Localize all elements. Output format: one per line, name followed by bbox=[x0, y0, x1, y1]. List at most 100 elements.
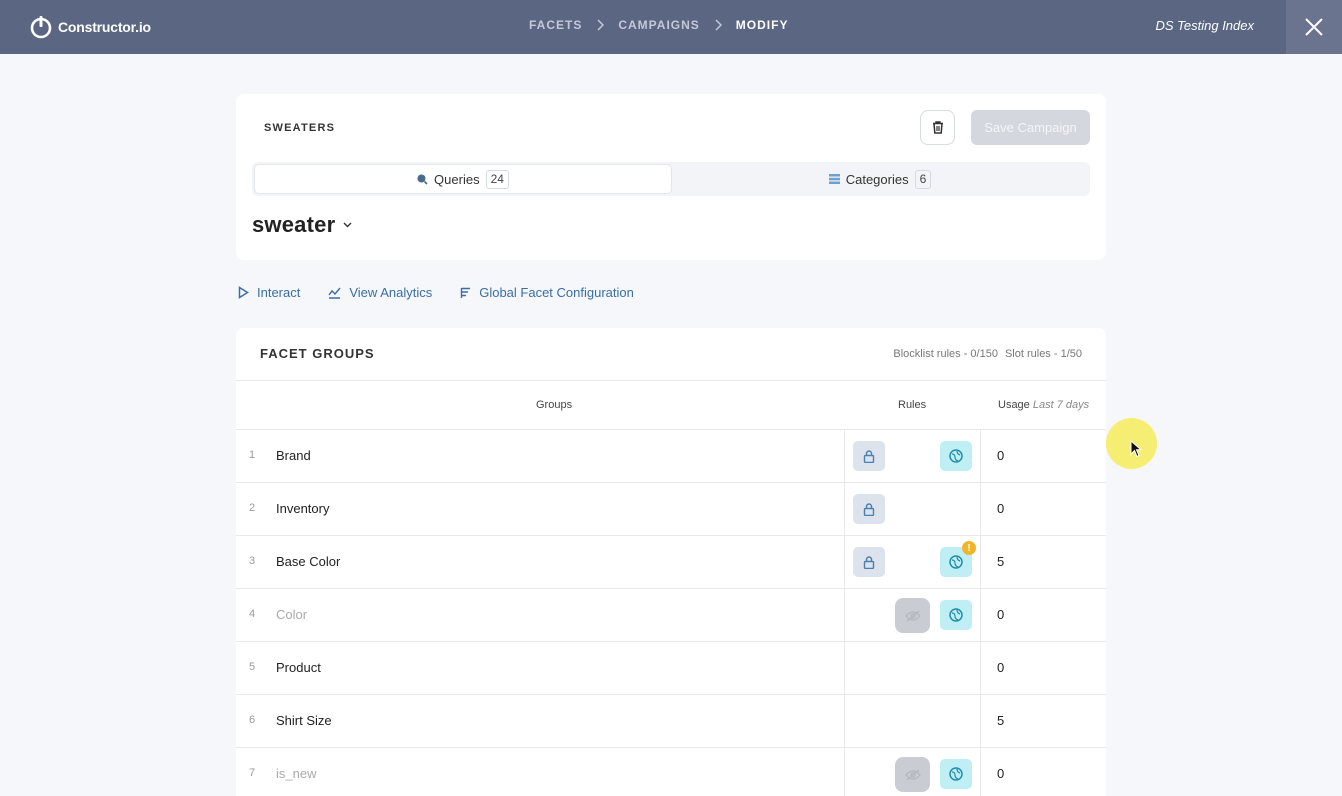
top-bar: Constructor.io FACETS CAMPAIGNS MODIFY D… bbox=[0, 0, 1342, 54]
row-number: 6 bbox=[249, 714, 256, 726]
usage-value: 0 bbox=[997, 607, 1005, 622]
table-row[interactable]: 1 Brand 0 bbox=[236, 430, 1106, 483]
chevron-right-icon bbox=[596, 19, 605, 31]
blocklist-rule-button[interactable] bbox=[853, 494, 885, 524]
breadcrumb-campaigns[interactable]: CAMPAIGNS bbox=[618, 18, 699, 32]
row-number: 2 bbox=[249, 502, 256, 514]
eye-off-icon bbox=[904, 769, 921, 780]
logo-text: Constructor.io bbox=[58, 19, 151, 35]
tab-categories-label: Categories bbox=[845, 171, 909, 187]
chevron-down-icon bbox=[343, 222, 352, 228]
usage-value: 5 bbox=[997, 554, 1005, 569]
close-button[interactable] bbox=[1286, 0, 1342, 54]
rules-cell bbox=[844, 748, 981, 796]
rules-cell bbox=[844, 589, 981, 642]
column-usage: Usage Last 7 days bbox=[998, 399, 1089, 411]
lock-icon bbox=[863, 555, 875, 569]
column-rules: Rules bbox=[898, 399, 927, 411]
view-analytics-label: View Analytics bbox=[349, 285, 433, 300]
rules-cell bbox=[844, 642, 981, 695]
global-facet-config-label: Global Facet Configuration bbox=[479, 285, 634, 300]
breadcrumb-modify: MODIFY bbox=[735, 18, 789, 32]
mouse-pointer-icon bbox=[1130, 440, 1142, 458]
table-row[interactable]: 4 Color 0 bbox=[236, 589, 1106, 642]
globe-icon bbox=[949, 555, 963, 569]
search-icon bbox=[417, 174, 428, 185]
facet-groups-title: FACET GROUPS bbox=[260, 346, 375, 361]
blocklist-rule-button[interactable] bbox=[853, 547, 885, 577]
slot-rule-button[interactable] bbox=[940, 441, 972, 471]
hidden-rule-button[interactable] bbox=[895, 757, 930, 792]
global-facet-config-link[interactable]: Global Facet Configuration bbox=[460, 285, 634, 300]
rules-cell bbox=[844, 430, 981, 483]
filter-icon bbox=[461, 287, 471, 298]
table-row[interactable]: 6 Shirt Size 5 bbox=[236, 695, 1106, 748]
save-campaign-button[interactable]: Save Campaign bbox=[971, 110, 1090, 145]
tab-queries-count: 24 bbox=[485, 169, 509, 189]
eye-off-icon bbox=[904, 610, 921, 621]
slot-rule-button[interactable] bbox=[940, 600, 972, 630]
table-row[interactable]: 7 is_new 0 bbox=[236, 748, 1106, 796]
logo[interactable]: Constructor.io bbox=[30, 14, 151, 40]
view-analytics-link[interactable]: View Analytics bbox=[328, 285, 432, 300]
usage-period: Last 7 days bbox=[1032, 399, 1090, 411]
play-icon bbox=[238, 286, 249, 299]
rules-cell bbox=[844, 483, 981, 536]
campaign-card: SWEATERS Save Campaign Queries 24 Catego… bbox=[236, 94, 1106, 260]
table-row[interactable]: 5 Product 0 bbox=[236, 642, 1106, 695]
tab-queries-label: Queries bbox=[434, 171, 480, 187]
query-category-tabs: Queries 24 Categories 6 bbox=[252, 162, 1090, 196]
blocklist-rules-count: Blocklist rules - 0/150 bbox=[893, 348, 998, 360]
interact-link[interactable]: Interact bbox=[238, 285, 300, 300]
facet-name: Base Color bbox=[276, 554, 341, 569]
index-name[interactable]: DS Testing Index bbox=[1155, 18, 1254, 33]
trash-icon bbox=[932, 121, 943, 134]
interact-label: Interact bbox=[257, 285, 301, 300]
usage-value: 0 bbox=[997, 501, 1005, 516]
usage-value: 0 bbox=[997, 448, 1005, 463]
list-icon bbox=[828, 174, 840, 184]
row-number: 1 bbox=[249, 449, 256, 461]
globe-icon bbox=[949, 767, 963, 781]
analytics-icon bbox=[328, 287, 341, 299]
blocklist-rule-button[interactable] bbox=[853, 441, 885, 471]
rules-cell: ! bbox=[844, 536, 981, 589]
rule-limits: Blocklist rules - 0/150 Slot rules - 1/5… bbox=[893, 348, 1082, 360]
hidden-rule-button[interactable] bbox=[895, 598, 930, 633]
column-groups: Groups bbox=[536, 399, 573, 411]
action-links: Interact View Analytics Global Facet Con… bbox=[238, 285, 634, 300]
facet-name: Inventory bbox=[276, 501, 330, 516]
facet-name: Color bbox=[276, 607, 308, 622]
facet-name: Product bbox=[276, 660, 321, 675]
rules-cell bbox=[844, 695, 981, 748]
usage-value: 0 bbox=[997, 660, 1005, 675]
tab-queries[interactable]: Queries 24 bbox=[254, 164, 672, 194]
row-number: 3 bbox=[249, 555, 256, 567]
facet-groups-card: FACET GROUPS Blocklist rules - 0/150 Slo… bbox=[236, 328, 1106, 796]
delete-campaign-button[interactable] bbox=[920, 110, 955, 145]
slot-rule-button[interactable]: ! bbox=[940, 541, 976, 577]
globe-icon bbox=[949, 608, 963, 622]
facet-name: Brand bbox=[276, 448, 311, 463]
tab-categories[interactable]: Categories 6 bbox=[672, 164, 1088, 194]
selected-query: sweater bbox=[252, 212, 336, 237]
table-header: Groups Rules Usage Last 7 days bbox=[236, 380, 1106, 430]
query-selector[interactable]: sweater bbox=[252, 212, 352, 238]
row-number: 4 bbox=[249, 608, 256, 620]
campaign-title: SWEATERS bbox=[264, 122, 336, 134]
usage-value: 0 bbox=[997, 766, 1005, 781]
lock-icon bbox=[863, 449, 875, 463]
globe-icon bbox=[949, 449, 963, 463]
power-logo-icon bbox=[30, 16, 52, 39]
table-row[interactable]: 3 Base Color ! 5 bbox=[236, 536, 1106, 589]
lock-icon bbox=[863, 502, 875, 516]
row-number: 7 bbox=[249, 767, 256, 779]
slot-rules-count: Slot rules - 1/50 bbox=[1004, 348, 1082, 360]
row-number: 5 bbox=[249, 661, 256, 673]
slot-rule-button[interactable] bbox=[940, 759, 972, 789]
breadcrumb-facets[interactable]: FACETS bbox=[529, 18, 582, 32]
table-row[interactable]: 2 Inventory 0 bbox=[236, 483, 1106, 536]
usage-value: 5 bbox=[997, 713, 1005, 728]
tab-categories-count: 6 bbox=[914, 169, 932, 189]
close-icon bbox=[1305, 18, 1323, 36]
